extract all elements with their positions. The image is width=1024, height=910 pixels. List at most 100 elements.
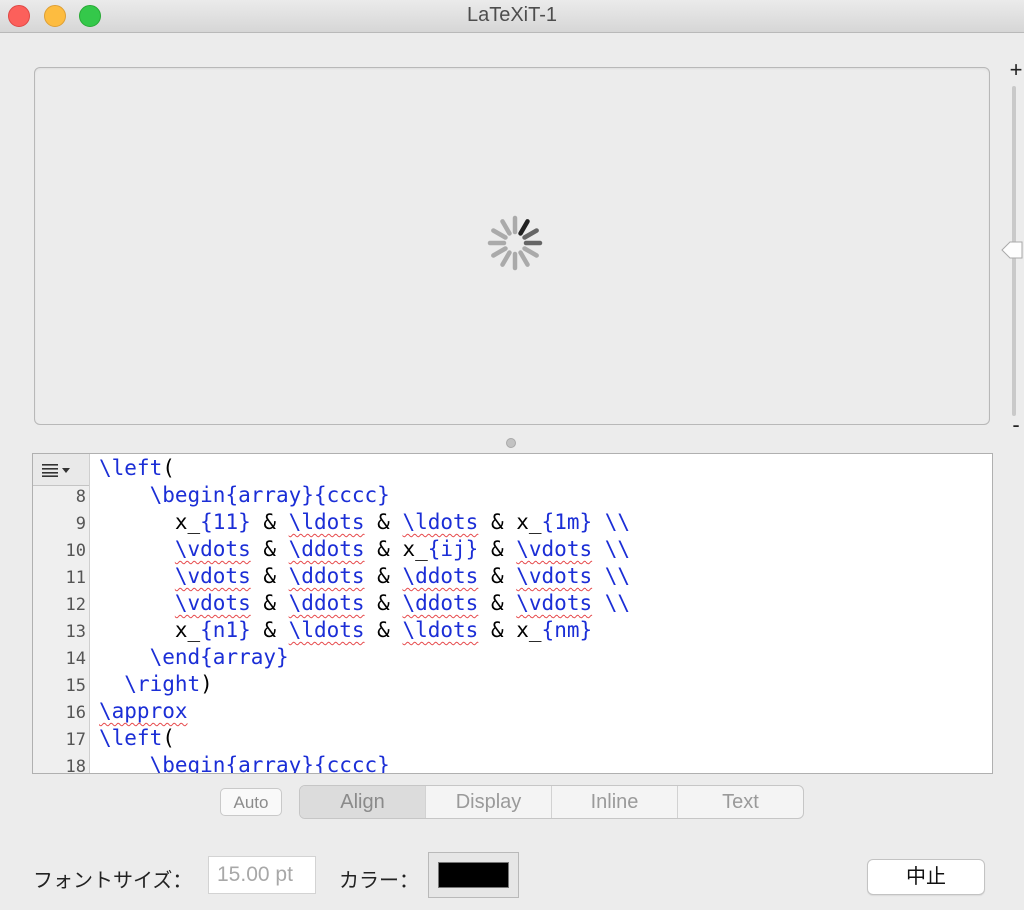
line-number: 13	[65, 622, 86, 642]
latex-command-token: {array}{cccc}	[225, 483, 390, 507]
line-number: 10	[65, 541, 86, 561]
code-token: & x_	[364, 537, 428, 561]
code-line: \left(	[99, 455, 630, 482]
line-number: 15	[65, 676, 86, 696]
latex-command-token: \left	[99, 726, 163, 750]
latex-command-token: \\	[592, 510, 631, 534]
loading-spinner-icon	[487, 215, 543, 271]
mode-text-segment[interactable]: Text	[678, 786, 803, 818]
latex-command-token: {nm}	[541, 618, 593, 642]
code-token: x_	[99, 618, 201, 642]
latex-command-token: \ldots	[288, 510, 365, 534]
latex-command-token: \ddots	[288, 591, 365, 615]
code-token: &	[250, 591, 289, 615]
code-token: &	[478, 564, 517, 588]
latex-command-token: \vdots	[174, 564, 251, 588]
latex-command-token: \vdots	[516, 591, 593, 615]
latex-command-token: {n1}	[200, 618, 251, 642]
code-line: \vdots & \ddots & x_{ij} & \vdots \\	[99, 536, 630, 563]
line-number: 9	[75, 514, 86, 534]
code-line: \end{array}	[99, 644, 630, 671]
code-token: &	[250, 564, 289, 588]
latex-command-token: \end	[149, 645, 201, 669]
stop-button[interactable]: 中止	[867, 859, 985, 895]
code-line: \right)	[99, 671, 630, 698]
latex-command-token: \\	[592, 564, 631, 588]
font-size-label: フォントサイズ：	[33, 870, 193, 892]
latex-command-token: \right	[124, 672, 201, 696]
code-line: \vdots & \ddots & \ddots & \vdots \\	[99, 590, 630, 617]
line-number: 8	[75, 487, 86, 507]
latex-command-token: {array}{cccc}	[225, 753, 390, 774]
code-line: x_{n1} & \ldots & \ldots & x_{nm}	[99, 617, 630, 644]
latex-source-editor[interactable]: 8 9 10 11 12 13 14 15 16 17 18 \left( \begin{array…	[32, 453, 993, 774]
code-line: \left(	[99, 725, 630, 752]
latex-command-token: \ddots	[288, 564, 365, 588]
latex-command-token: {11}	[200, 510, 251, 534]
line-number: 11	[65, 568, 86, 588]
latex-command-token: \\	[592, 591, 631, 615]
latex-command-token: \begin	[149, 483, 226, 507]
code-token: &	[364, 564, 403, 588]
code-line: \begin{array}{cccc}	[99, 482, 630, 509]
latex-command-token: \vdots	[174, 537, 251, 561]
latex-command-token: \ldots	[288, 618, 365, 642]
zoom-out-label: -	[1012, 412, 1020, 437]
latex-command-token: \ldots	[402, 510, 479, 534]
latex-command-token: \ddots	[402, 591, 479, 615]
line-number: 17	[65, 730, 86, 750]
code-token: &	[478, 591, 517, 615]
code-token: &	[364, 510, 403, 534]
code-token: &	[250, 510, 289, 534]
color-label: カラー：	[339, 870, 419, 892]
line-number: 12	[65, 595, 86, 615]
list-menu-icon	[42, 464, 70, 477]
code-token: (	[162, 456, 175, 480]
code-token: &	[364, 591, 403, 615]
title-bar: LaTeXiT-1	[0, 0, 1024, 33]
mode-display-segment[interactable]: Display	[426, 786, 552, 818]
mode-segmented-control[interactable]: Align Display Inline Text	[299, 785, 804, 819]
zoom-slider-knob[interactable]	[1000, 239, 1024, 261]
latex-command-token: \ddots	[402, 564, 479, 588]
code-token: &	[364, 618, 403, 642]
split-view-handle[interactable]	[506, 438, 516, 448]
window-title: LaTeXiT-1	[466, 4, 558, 26]
code-line: \approx	[99, 698, 630, 725]
code-token: &	[478, 537, 517, 561]
latex-command-token: \vdots	[174, 591, 251, 615]
line-number: 16	[65, 703, 86, 723]
latex-command-token: {ij}	[427, 537, 479, 561]
zoom-in-label: +	[1009, 57, 1023, 82]
latex-command-token: \ldots	[402, 618, 479, 642]
latex-command-token: {array}	[200, 645, 289, 669]
code-token: (	[162, 726, 175, 750]
code-line: \vdots & \ddots & \ddots & \vdots \\	[99, 563, 630, 590]
code-text[interactable]: \left( \begin{array}{cccc} x_{11} & \ldo…	[99, 455, 630, 774]
latex-command-token: \vdots	[516, 537, 593, 561]
latex-command-token: \ddots	[288, 537, 365, 561]
code-token: &	[250, 537, 289, 561]
latex-command-token: \approx	[99, 699, 188, 723]
line-number: 18	[65, 757, 86, 774]
mode-inline-segment[interactable]: Inline	[552, 786, 678, 818]
line-numbers: 8 9 10 11 12 13 14 15 16 17 18	[33, 484, 86, 774]
equation-preview-area[interactable]	[34, 67, 990, 425]
code-token: )	[200, 672, 213, 696]
line-number: 14	[65, 649, 86, 669]
latex-command-token: {1m}	[541, 510, 593, 534]
editor-options-menu[interactable]	[33, 454, 89, 486]
code-line: x_{11} & \ldots & \ldots & x_{1m} \\	[99, 509, 630, 536]
code-token: x_	[99, 510, 201, 534]
auto-mode-button[interactable]: Auto	[220, 788, 282, 816]
code-token: & x_	[478, 618, 542, 642]
mode-align-segment[interactable]: Align	[300, 786, 426, 818]
color-well[interactable]	[428, 852, 519, 898]
font-size-field[interactable]: 15.00 pt	[208, 856, 316, 894]
